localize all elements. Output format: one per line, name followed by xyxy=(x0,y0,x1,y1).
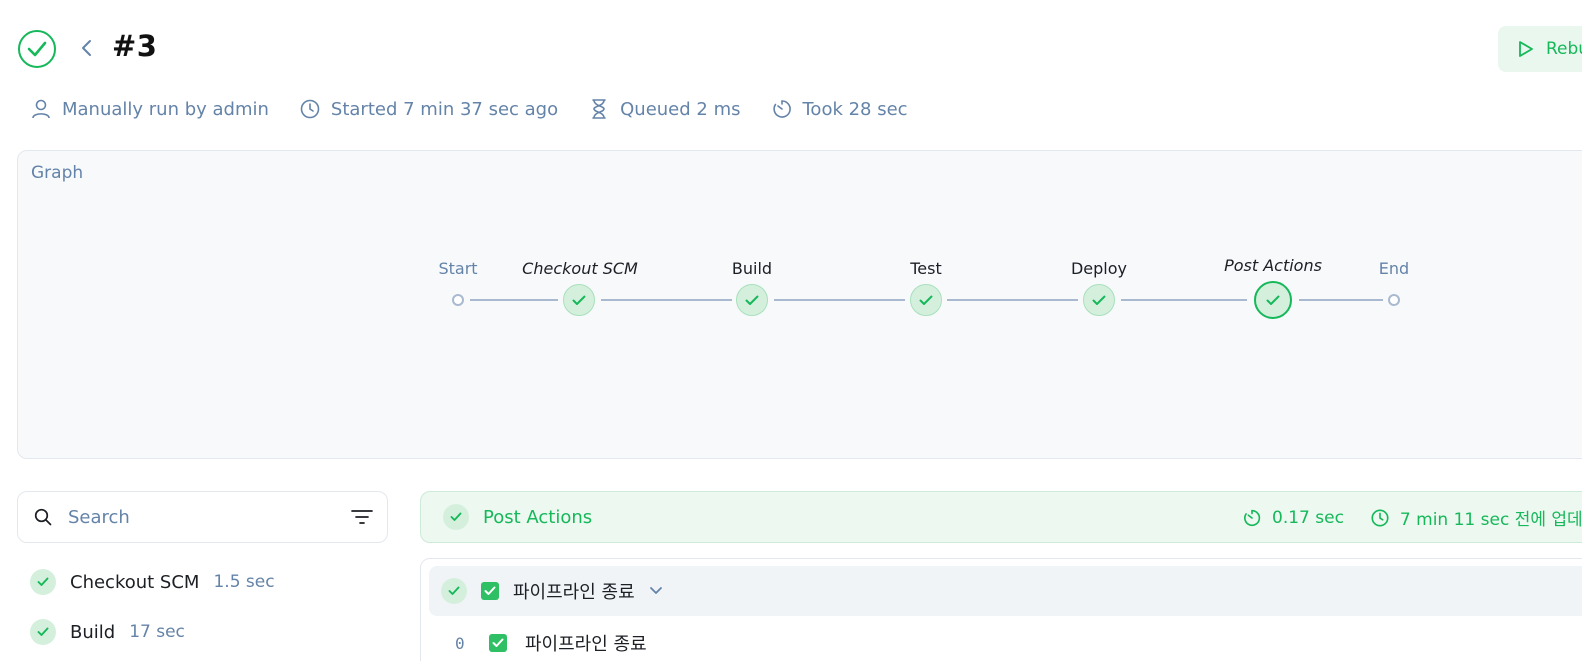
graph-node-build[interactable] xyxy=(736,284,768,316)
play-icon xyxy=(1519,41,1533,57)
check-icon xyxy=(1266,295,1280,305)
graph-connector xyxy=(601,299,732,301)
graph-start-node xyxy=(452,294,464,306)
stage-search[interactable] xyxy=(17,491,388,543)
graph-stage-label: Checkout SCM xyxy=(522,259,638,278)
check-icon xyxy=(745,295,759,305)
graph-connector xyxy=(947,299,1078,301)
selected-stage-meta: 0.17 sec 7 min 11 sec 전에 업데 xyxy=(1242,505,1582,530)
rebuild-button[interactable]: Rebuild xyxy=(1498,26,1582,72)
clock-icon xyxy=(300,99,320,119)
success-icon xyxy=(30,569,56,595)
graph-end-node xyxy=(1388,294,1400,306)
check-box-icon xyxy=(481,582,499,600)
check-icon xyxy=(919,295,933,305)
graph-connector xyxy=(470,299,558,301)
graph-label: Graph xyxy=(31,163,84,183)
step-title: 파이프라인 종료 xyxy=(513,582,635,603)
check-icon xyxy=(1092,295,1106,305)
stage-updated-meta: 7 min 11 sec 전에 업데 xyxy=(1370,505,1582,530)
meta-queued: Queued 2 ms xyxy=(588,98,741,120)
check-box-icon xyxy=(489,634,507,652)
meta-started: Started 7 min 37 sec ago xyxy=(299,98,558,120)
success-icon xyxy=(30,619,56,645)
user-icon xyxy=(32,99,50,119)
timer-icon xyxy=(1244,509,1261,526)
meta-took: Took 28 sec xyxy=(771,98,908,120)
stage-list-item[interactable]: Checkout SCM 1.5 sec xyxy=(30,569,275,595)
graph-connector xyxy=(1121,299,1247,301)
selected-stage-name: Post Actions xyxy=(483,506,593,528)
stage-duration: 17 sec xyxy=(129,622,185,642)
stage-duration-meta: 0.17 sec xyxy=(1242,508,1344,528)
pipeline-graph-panel[interactable] xyxy=(17,150,1582,459)
log-line-number: 0 xyxy=(455,633,465,653)
graph-node-checkout-scm[interactable] xyxy=(563,284,595,316)
page-title: #3 xyxy=(112,29,158,63)
filter-icon[interactable] xyxy=(351,509,373,525)
search-input[interactable] xyxy=(68,506,335,528)
graph-end-label: End xyxy=(1378,259,1410,278)
log-line-text: 파이프라인 종료 xyxy=(525,634,647,655)
hourglass-icon xyxy=(592,99,606,119)
graph-stage-label: Build xyxy=(731,259,773,278)
search-icon xyxy=(34,508,52,526)
stage-name: Build xyxy=(70,621,116,643)
rebuild-label: Rebuild xyxy=(1546,39,1582,59)
success-icon xyxy=(441,578,467,604)
check-icon xyxy=(572,295,586,305)
graph-connector xyxy=(774,299,905,301)
build-status-success-icon xyxy=(18,30,56,68)
back-chevron-icon[interactable] xyxy=(76,36,96,60)
graph-connector xyxy=(1299,299,1383,301)
timer-icon xyxy=(772,100,791,118)
log-line: 0 파이프라인 종료 xyxy=(455,630,647,656)
graph-node-deploy[interactable] xyxy=(1083,284,1115,316)
step-header[interactable]: 파이프라인 종료 xyxy=(429,566,1582,616)
chevron-down-icon[interactable] xyxy=(649,586,663,596)
build-meta: Manually run by admin Started 7 min 37 s… xyxy=(30,98,908,120)
graph-stage-label: Deploy xyxy=(1070,259,1128,278)
clock-icon xyxy=(1371,508,1389,527)
graph-node-post-actions[interactable] xyxy=(1254,281,1292,319)
stage-list-item[interactable]: Build 17 sec xyxy=(30,619,185,645)
stage-duration: 1.5 sec xyxy=(213,572,275,592)
graph-node-test[interactable] xyxy=(910,284,942,316)
meta-run-by: Manually run by admin xyxy=(30,98,269,120)
graph-stage-label: Test xyxy=(910,259,942,278)
graph-stage-label: Post Actions xyxy=(1224,256,1322,275)
graph-start-label: Start xyxy=(438,259,478,278)
stage-name: Checkout SCM xyxy=(70,571,200,593)
success-icon xyxy=(443,504,469,530)
